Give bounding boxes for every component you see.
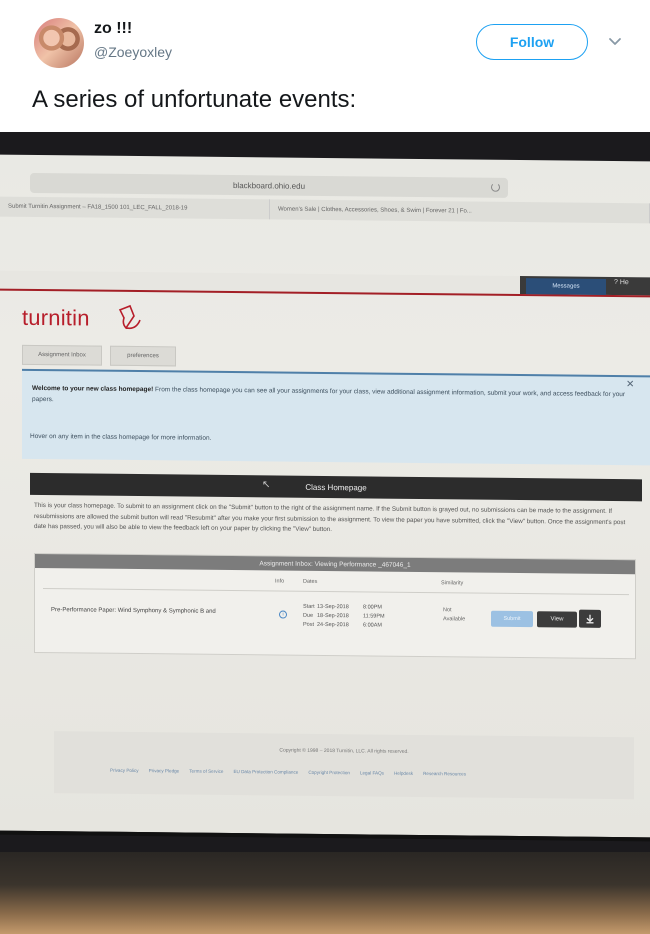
footer-link-eu-data[interactable]: EU Data Protection Compliance <box>233 769 298 775</box>
tweet-text: A series of unfortunate events: <box>32 86 357 113</box>
reload-icon[interactable] <box>491 182 500 192</box>
tab-preferences[interactable]: preferences <box>110 345 176 367</box>
footer-link-copyright[interactable]: Copyright Protection <box>308 770 350 775</box>
footer-link-research[interactable]: Research Resources <box>423 771 466 776</box>
display-name[interactable]: zo !!! <box>94 20 132 38</box>
avatar[interactable] <box>34 18 84 68</box>
welcome-banner: Welcome to your new class homepage! From… <box>22 368 650 466</box>
messages-button[interactable]: Messages <box>526 278 606 295</box>
chevron-down-icon[interactable] <box>606 32 624 50</box>
user-handle[interactable]: @Zoeyoxley <box>94 44 172 60</box>
column-info: Info <box>275 578 285 585</box>
help-link[interactable]: ? He <box>614 279 629 286</box>
class-homepage-bar: Class Homepage <box>30 472 642 502</box>
laptop-screen: blackboard.ohio.edu Submit Turnitin Assi… <box>0 154 650 842</box>
info-icon[interactable]: i <box>279 610 287 619</box>
browser-tab-turnitin[interactable]: Submit Turnitin Assignment – FA18_1500 1… <box>0 196 270 220</box>
close-icon[interactable]: ✕ <box>626 379 634 390</box>
footer-links: Privacy Policy Privacy Pledge Terms of S… <box>110 768 630 778</box>
footer-link-legal-faqs[interactable]: Legal FAQs <box>360 770 384 775</box>
browser-tab-forever21[interactable]: Women's Sale | Clothes, Accessories, Sho… <box>270 199 650 224</box>
column-similarity: Similarity <box>441 580 464 587</box>
download-button[interactable] <box>579 609 601 628</box>
mouse-cursor-icon: ↖ <box>262 479 271 491</box>
laptop-base <box>0 852 650 934</box>
row-divider <box>43 588 629 596</box>
url-text: blackboard.ohio.edu <box>232 180 306 191</box>
welcome-heading: Welcome to your new class homepage! <box>32 384 154 394</box>
footer-link-helpdesk[interactable]: Helpdesk <box>394 771 413 776</box>
submit-button[interactable]: Submit <box>491 610 533 628</box>
date-row-post: Post 24-Sep-2018 6:00AM <box>303 621 382 629</box>
inbox-header: Assignment Inbox: Viewing Performance _4… <box>35 553 635 575</box>
follow-button[interactable]: Follow <box>476 24 588 60</box>
turnitin-logo: turnitin <box>22 304 90 331</box>
address-bar[interactable]: blackboard.ohio.edu <box>30 172 508 198</box>
copyright-text: Copyright © 1998 – 2018 Turnitin, LLC. A… <box>279 747 409 755</box>
turnitin-footer: Copyright © 1998 – 2018 Turnitin, LLC. A… <box>54 731 634 800</box>
footer-link-terms[interactable]: Terms of Service <box>189 769 223 774</box>
class-homepage-intro: This is your class homepage. To submit t… <box>34 501 626 534</box>
tab-assignment-inbox[interactable]: Assignment Inbox <box>22 344 102 366</box>
similarity-value: Not Available <box>443 607 466 623</box>
footer-link-privacy-pledge[interactable]: Privacy Pledge <box>149 768 180 773</box>
view-button[interactable]: View <box>537 611 577 628</box>
assignment-dates: Start 13-Sep-2018 8:00PM Due 18-Sep-2018 11:… <box>303 603 385 631</box>
tweet-photo[interactable]: blackboard.ohio.edu Submit Turnitin Assi… <box>0 132 650 934</box>
footer-link-privacy-policy[interactable]: Privacy Policy <box>110 768 139 773</box>
assignment-inbox: Assignment Inbox: Viewing Performance _4… <box>34 552 636 660</box>
column-dates: Dates <box>303 578 318 585</box>
assignment-title: Pre-Performance Paper: Wind Symphony & S… <box>51 607 216 615</box>
download-icon <box>586 614 594 624</box>
turnitin-logo-mark-icon <box>118 304 141 330</box>
tweet-header: zo !!! @Zoeyoxley Follow A series of unf… <box>0 0 650 135</box>
